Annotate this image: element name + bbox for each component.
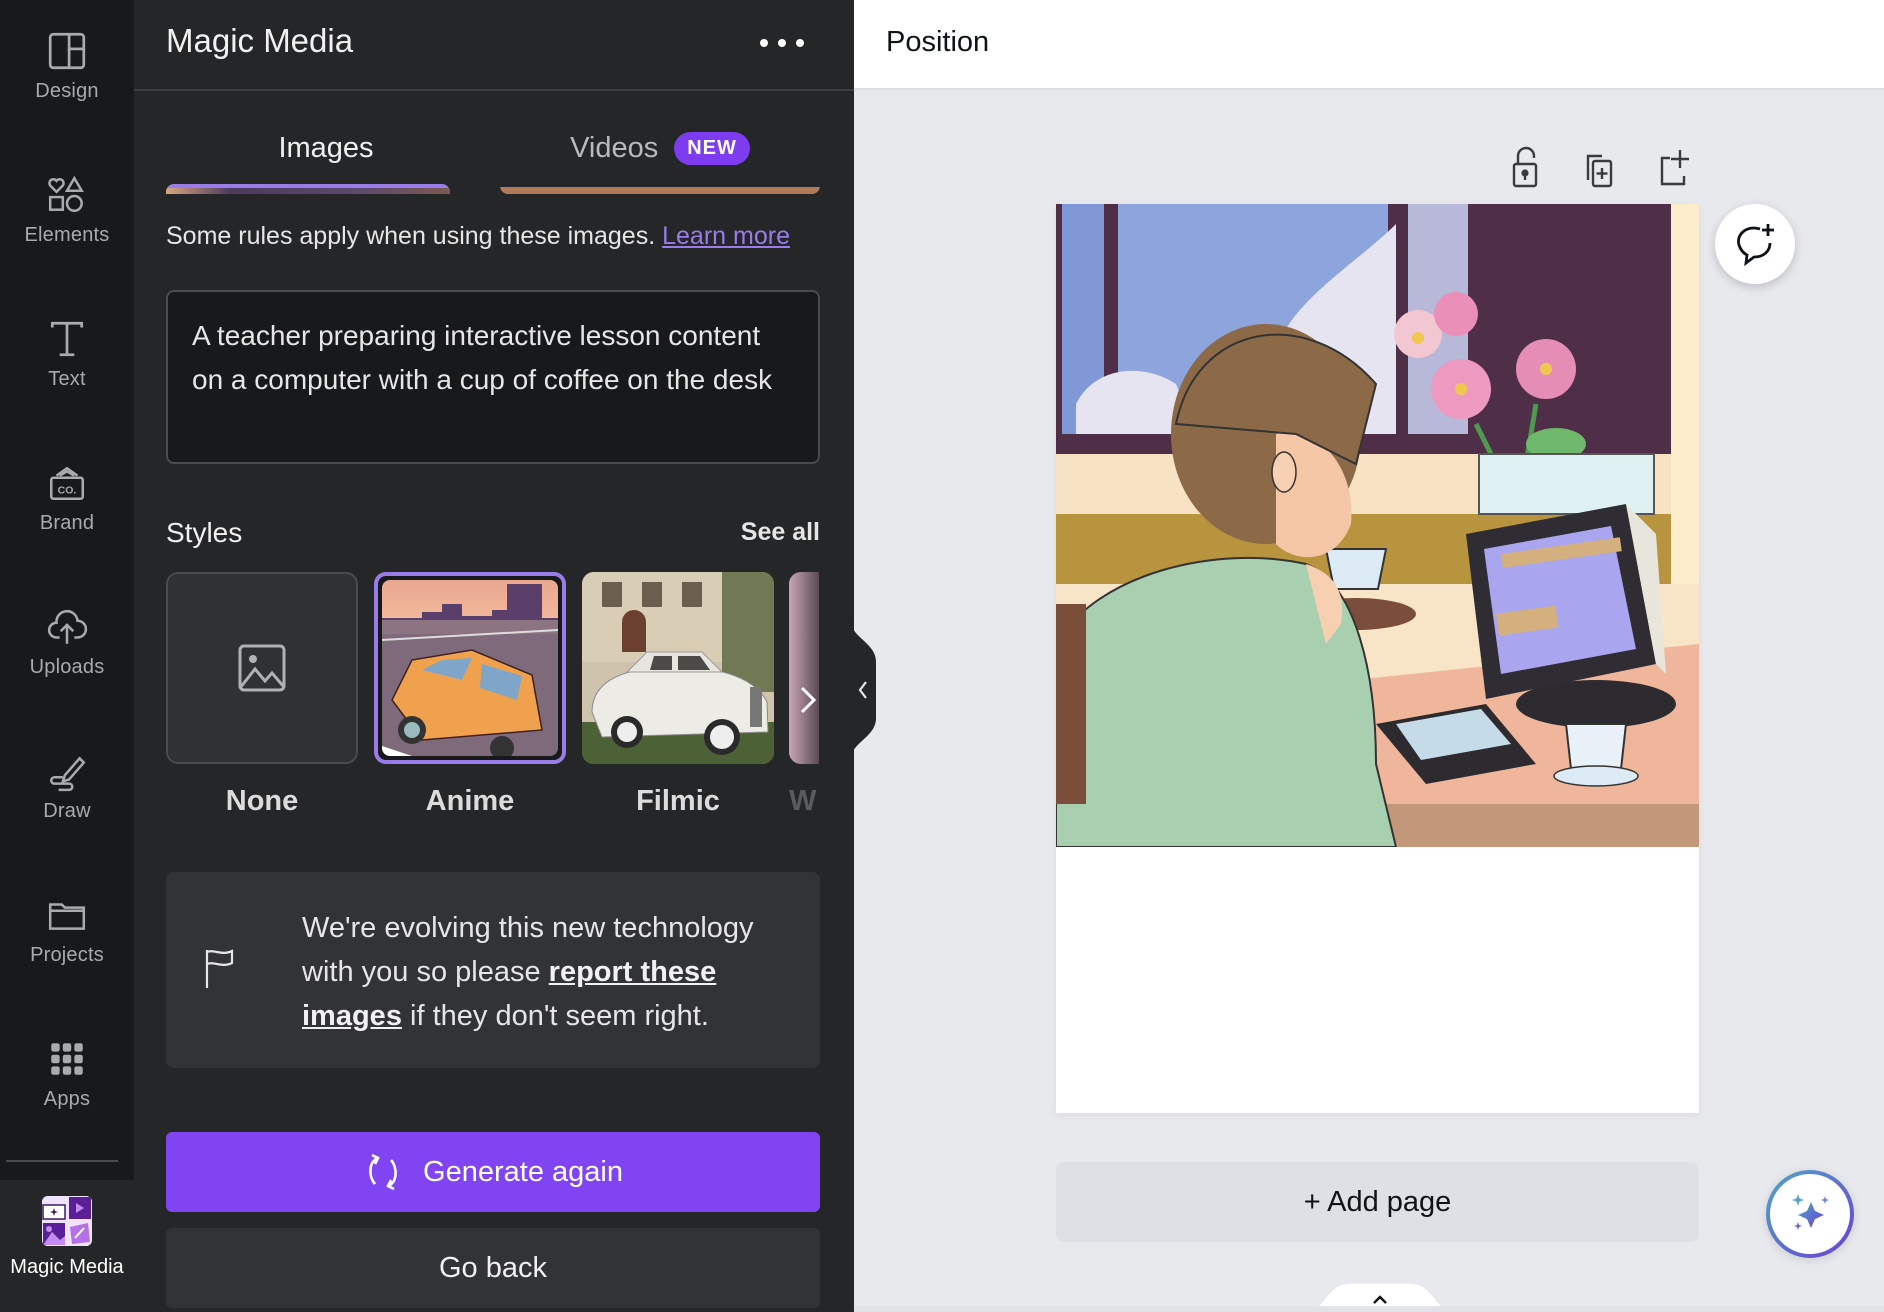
style-none[interactable] [166, 572, 358, 764]
tab-indicator [166, 184, 450, 194]
text-icon [50, 321, 84, 356]
rail-item-projects[interactable]: Projects [0, 870, 134, 990]
thumbnail-peek [500, 184, 820, 194]
canvas-header: Position [854, 0, 1884, 90]
flag-icon [205, 949, 234, 988]
rail-label: Projects [30, 943, 104, 966]
filmic-style-thumbnail [582, 572, 774, 764]
brand-icon: CO. [49, 466, 85, 500]
anime-style-thumbnail [382, 580, 558, 756]
styles-heading: Styles [166, 517, 243, 548]
rail-label: Uploads [29, 655, 105, 678]
magic-media-icon [42, 1196, 92, 1246]
generate-again-button[interactable]: Generate again [166, 1132, 820, 1212]
rail-item-text[interactable]: Text [0, 294, 134, 414]
style-filmic[interactable] [582, 572, 774, 764]
see-all-styles-link[interactable]: See all [741, 518, 820, 547]
tab-label: Images [278, 131, 374, 164]
image-icon [238, 644, 286, 692]
go-back-button[interactable]: Go back [166, 1228, 820, 1308]
rail-label: Apps [43, 1087, 91, 1110]
new-badge: NEW [674, 131, 750, 165]
rail-label: Design [35, 79, 99, 102]
rail-label: Brand [39, 511, 95, 534]
more-options-button[interactable] [760, 28, 804, 58]
panel-title: Magic Media [166, 22, 354, 59]
folder-icon [48, 902, 86, 930]
thumbnail-peek [166, 188, 450, 194]
dot [778, 39, 786, 47]
rail-label: Draw [43, 799, 91, 822]
add-page-button[interactable]: + Add page [1056, 1162, 1699, 1242]
rail-item-uploads[interactable]: Uploads [0, 582, 134, 702]
rail-item-elements[interactable]: Elements [0, 150, 134, 270]
style-label: Anime [425, 785, 515, 817]
generated-image[interactable] [1056, 204, 1699, 847]
duplicate-page-icon[interactable] [1580, 146, 1616, 190]
magic-media-panel: Magic Media Images Videos NEW Some rules … [134, 0, 854, 1312]
feedback-notice: We're evolving this new technology with … [166, 872, 820, 1068]
rail-item-draw[interactable]: Draw [0, 726, 134, 846]
sparkles-icon [1792, 1194, 1829, 1230]
position-button[interactable]: Position [886, 26, 989, 59]
add-comment-button[interactable] [1715, 204, 1795, 284]
notice-text: We're evolving this new technology with … [302, 906, 802, 1038]
collapse-panel-handle[interactable] [850, 618, 880, 762]
refresh-icon [369, 1153, 397, 1191]
style-watercolor-partial[interactable] [789, 572, 819, 764]
media-tabs: Images Videos NEW [166, 118, 820, 194]
bottom-bar-edge [854, 1306, 1884, 1312]
panel-header: Magic Media [134, 0, 854, 91]
rail-label: Magic Media [10, 1256, 124, 1278]
style-label: Filmic [636, 785, 720, 817]
rail-item-brand[interactable]: CO. Brand [0, 438, 134, 558]
learn-more-link[interactable]: Learn more [662, 222, 790, 250]
rules-notice: Some rules apply when using these images… [166, 222, 790, 251]
rules-text: Some rules apply when using these images… [166, 222, 656, 250]
tab-videos[interactable]: Videos NEW [500, 118, 820, 178]
style-label: None [225, 785, 299, 817]
svg-text:CO.: CO. [58, 484, 77, 496]
layout-icon [48, 32, 86, 69]
prompt-input[interactable]: A teacher preparing interactive lesson c… [166, 290, 820, 464]
generate-label: Generate again [423, 1155, 623, 1188]
dot [796, 39, 804, 47]
rail-item-magic-media[interactable]: Magic Media [0, 1196, 134, 1279]
grid-icon [51, 1042, 83, 1075]
tab-label: Videos [570, 131, 659, 164]
rail-label: Elements [24, 223, 110, 246]
rail-divider [6, 1160, 118, 1162]
rail-item-apps[interactable]: Apps [0, 1014, 134, 1134]
comment-add-icon [1737, 224, 1774, 267]
left-rail: Design Elements Text CO. Brand Uploads D… [0, 0, 134, 1312]
chevron-right-icon[interactable] [794, 680, 822, 720]
notice-text-part: if they don't seem right. [401, 1000, 709, 1032]
magic-assistant-inner [1770, 1174, 1850, 1254]
rail-item-design[interactable]: Design [0, 6, 134, 126]
style-anime[interactable] [374, 572, 566, 764]
shapes-icon [48, 175, 84, 212]
tab-images[interactable]: Images [166, 118, 486, 178]
rail-label: Text [48, 367, 86, 390]
add-page-icon[interactable] [1654, 146, 1690, 190]
design-page[interactable] [1056, 204, 1699, 1113]
pen-icon [50, 756, 86, 791]
go-back-label: Go back [439, 1251, 547, 1284]
style-label: W [789, 785, 817, 817]
magic-assistant-button[interactable] [1766, 1170, 1854, 1258]
cloud-upload-icon [47, 609, 88, 644]
more-horizontal-icon [760, 39, 768, 47]
lock-icon[interactable] [1508, 146, 1544, 190]
